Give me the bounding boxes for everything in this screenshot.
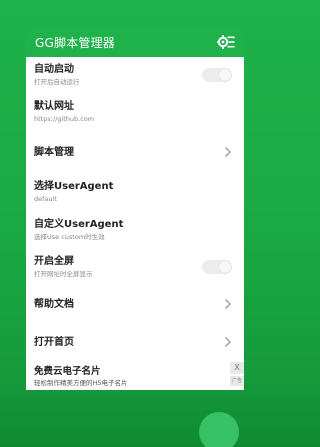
setting-subtitle: 打开后自动运行 bbox=[34, 78, 80, 86]
ad-badge: 广告 bbox=[230, 376, 244, 386]
floating-action-button[interactable] bbox=[199, 412, 239, 447]
setting-title: 默认网址 bbox=[34, 101, 74, 112]
fullscreen-toggle[interactable] bbox=[202, 260, 232, 274]
setting-script-manage[interactable]: 脚本管理 bbox=[26, 131, 244, 173]
setting-title: 打开首页 bbox=[34, 336, 74, 348]
toggle-knob bbox=[219, 69, 231, 81]
setting-subtitle: 选择Use custom时生效 bbox=[34, 233, 105, 241]
setting-open-homepage[interactable]: 打开首页 bbox=[26, 323, 244, 361]
setting-title: 帮助文档 bbox=[34, 298, 74, 310]
setting-title: 自动启动 bbox=[34, 64, 74, 75]
chevron-right-icon bbox=[225, 337, 231, 347]
setting-subtitle: 打开网址时全屏显示 bbox=[34, 270, 93, 278]
setting-help-docs[interactable]: 帮助文档 bbox=[26, 285, 244, 323]
setting-custom-useragent[interactable]: 自定义UserAgent 选择Use custom时生效 bbox=[26, 211, 244, 249]
setting-select-useragent[interactable]: 选择UserAgent default bbox=[26, 173, 244, 211]
setting-subtitle: https://github.com bbox=[34, 115, 95, 123]
settings-panel: 自动启动 打开后自动运行 默认网址 https://github.com 脚本管… bbox=[26, 57, 244, 390]
toggle-knob bbox=[219, 261, 231, 273]
app-header: GG脚本管理器 bbox=[26, 27, 244, 57]
setting-fullscreen[interactable]: 开启全屏 打开网址时全屏显示 bbox=[26, 249, 244, 285]
chevron-right-icon bbox=[225, 147, 231, 157]
setting-title: 脚本管理 bbox=[34, 146, 74, 158]
setting-title: 自定义UserAgent bbox=[34, 219, 124, 230]
auto-start-toggle[interactable] bbox=[202, 68, 232, 82]
setting-subtitle: default bbox=[34, 195, 57, 203]
setting-title: 开启全屏 bbox=[34, 256, 74, 267]
ad-subtitle: 轻松制作精美方便的H5电子名片 bbox=[34, 379, 128, 387]
settings-menu-icon[interactable] bbox=[216, 32, 236, 52]
chevron-right-icon bbox=[225, 299, 231, 309]
app-title: GG脚本管理器 bbox=[35, 35, 115, 50]
ad-title: 免费云电子名片 bbox=[34, 366, 101, 377]
ad-banner[interactable]: 免费云电子名片 轻松制作精美方便的H5电子名片 X 广告 bbox=[26, 362, 244, 390]
setting-auto-start[interactable]: 自动启动 打开后自动运行 bbox=[26, 57, 244, 93]
setting-default-url[interactable]: 默认网址 https://github.com bbox=[26, 93, 244, 131]
setting-title: 选择UserAgent bbox=[34, 181, 114, 192]
ad-close-button[interactable]: X bbox=[230, 362, 244, 374]
